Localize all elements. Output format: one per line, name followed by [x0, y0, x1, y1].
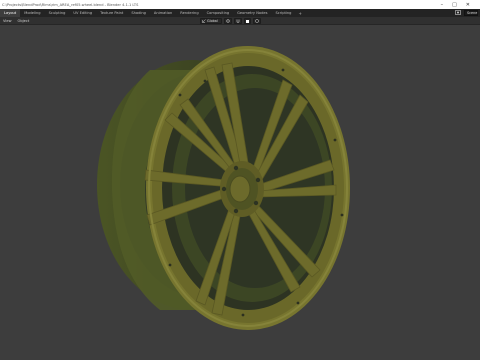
tab-modeling[interactable]: Modeling	[20, 9, 44, 17]
tab-sculpting[interactable]: Sculpting	[45, 9, 70, 17]
wheel-render	[97, 46, 350, 330]
scene-name-field[interactable]: Scene	[464, 10, 478, 16]
menu-object[interactable]: Object	[15, 19, 33, 23]
snap-toggle-button[interactable]	[234, 18, 242, 24]
tab-uv-editing[interactable]: UV Editing	[69, 9, 96, 17]
add-workspace-button[interactable]: +	[295, 11, 304, 16]
pivot-point-button[interactable]	[224, 18, 232, 24]
maximize-button[interactable]: □	[452, 2, 457, 8]
lug-hole	[233, 208, 239, 214]
window-title: C:\Projects\BlendProd\Rims\rim_AREA_ref0…	[2, 2, 139, 7]
proportional-icon	[255, 19, 259, 23]
proportional-editing-button[interactable]	[253, 18, 261, 24]
wheel-hub	[220, 161, 264, 217]
menu-view[interactable]: View	[0, 19, 15, 23]
tab-compositing[interactable]: Compositing	[203, 9, 234, 17]
transform-orientation-dropdown[interactable]: Global	[200, 18, 222, 24]
tab-layout[interactable]: Layout	[0, 9, 21, 17]
tab-animation[interactable]: Animation	[150, 9, 176, 17]
window-titlebar: C:\Projects\BlendProd\Rims\rim_AREA_ref0…	[0, 0, 480, 9]
close-button[interactable]: ✕	[466, 2, 470, 8]
lug-hole	[233, 165, 239, 171]
3d-viewport[interactable]	[0, 25, 480, 360]
lug-hole	[253, 200, 259, 206]
pivot-icon	[226, 19, 230, 23]
snap-target-icon	[246, 19, 249, 23]
tab-shading[interactable]: Shading	[127, 9, 150, 17]
tab-rendering[interactable]: Rendering	[176, 9, 202, 17]
window-controls: – □ ✕	[441, 2, 480, 8]
tab-geometry-nodes[interactable]: Geometry Nodes	[233, 9, 271, 17]
transform-controls: Global	[200, 18, 261, 24]
snap-target-button[interactable]	[244, 18, 251, 24]
snap-icon	[236, 19, 240, 23]
tab-scripting[interactable]: Scripting	[271, 9, 295, 17]
workspace-tabs-bar: Layout Modeling Sculpting UV Editing Tex…	[0, 9, 480, 17]
scene-selector: Scene	[455, 10, 480, 16]
lug-hole	[221, 186, 227, 192]
tab-texture-paint[interactable]: Texture Paint	[96, 9, 127, 17]
transform-orientation-label: Global	[207, 19, 218, 23]
lug-hole	[255, 177, 261, 183]
minimize-button[interactable]: –	[441, 2, 444, 8]
orientation-icon	[202, 19, 206, 23]
viewport-header: View Object Global	[0, 17, 480, 25]
scene-icon[interactable]	[455, 10, 461, 16]
